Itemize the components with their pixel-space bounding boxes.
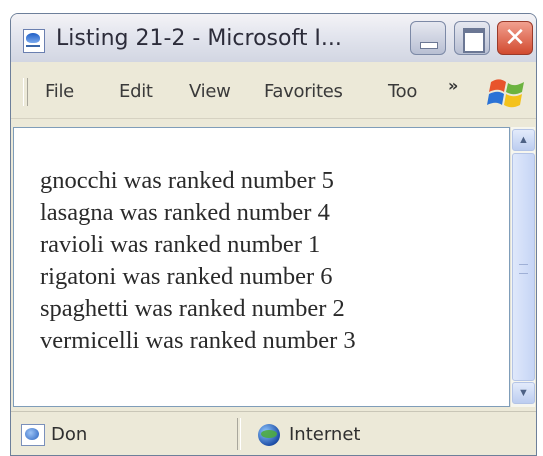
toolbar-grip[interactable] (23, 78, 28, 106)
scroll-thumb[interactable] (512, 153, 535, 381)
menu-tools[interactable]: Too (388, 81, 417, 102)
page-content: gnocchi was ranked number 5 lasagna was … (13, 127, 510, 407)
scroll-down-button[interactable]: ▼ (512, 382, 535, 404)
status-bar: Don Internet (11, 411, 536, 455)
scroll-up-button[interactable]: ▲ (512, 129, 535, 151)
page-done-icon (21, 424, 45, 446)
menu-overflow-chevron-icon[interactable]: » (448, 76, 458, 95)
ranking-line: vermicelli was ranked number 3 (40, 327, 356, 354)
browser-window: Listing 21-2 - Microsoft I... ✕ File Edi… (10, 13, 537, 456)
ranking-line: lasagna was ranked number 4 (40, 199, 330, 226)
status-text: Don (51, 424, 88, 445)
maximize-icon (463, 28, 485, 53)
ie-page-icon[interactable] (23, 29, 45, 53)
menu-bar: File Edit View Favorites Too » (11, 68, 536, 119)
window-title: Listing 21-2 - Microsoft I... (56, 26, 342, 51)
ranking-line: gnocchi was ranked number 5 (40, 167, 334, 194)
close-icon: ✕ (504, 23, 526, 53)
status-divider (237, 418, 241, 450)
menu-favorites[interactable]: Favorites (264, 81, 343, 102)
vertical-scrollbar[interactable]: ▲ ▼ (510, 127, 535, 407)
ranking-list: gnocchi was ranked number 5 lasagna was … (40, 165, 356, 357)
minimize-button[interactable] (410, 21, 446, 55)
ranking-line: ravioli was ranked number 1 (40, 231, 321, 258)
maximize-button[interactable] (454, 21, 490, 55)
security-zone-label: Internet (289, 424, 361, 445)
ranking-line: spaghetti was ranked number 2 (40, 295, 345, 322)
title-bar[interactable]: Listing 21-2 - Microsoft I... ✕ (11, 14, 536, 62)
internet-globe-icon (258, 424, 280, 446)
windows-logo-icon (487, 79, 524, 108)
ranking-line: rigatoni was ranked number 6 (40, 263, 333, 290)
minimize-icon (420, 42, 438, 49)
close-button[interactable]: ✕ (497, 21, 533, 55)
menu-view[interactable]: View (189, 81, 231, 102)
menu-edit[interactable]: Edit (119, 81, 153, 102)
menu-file[interactable]: File (45, 81, 74, 102)
